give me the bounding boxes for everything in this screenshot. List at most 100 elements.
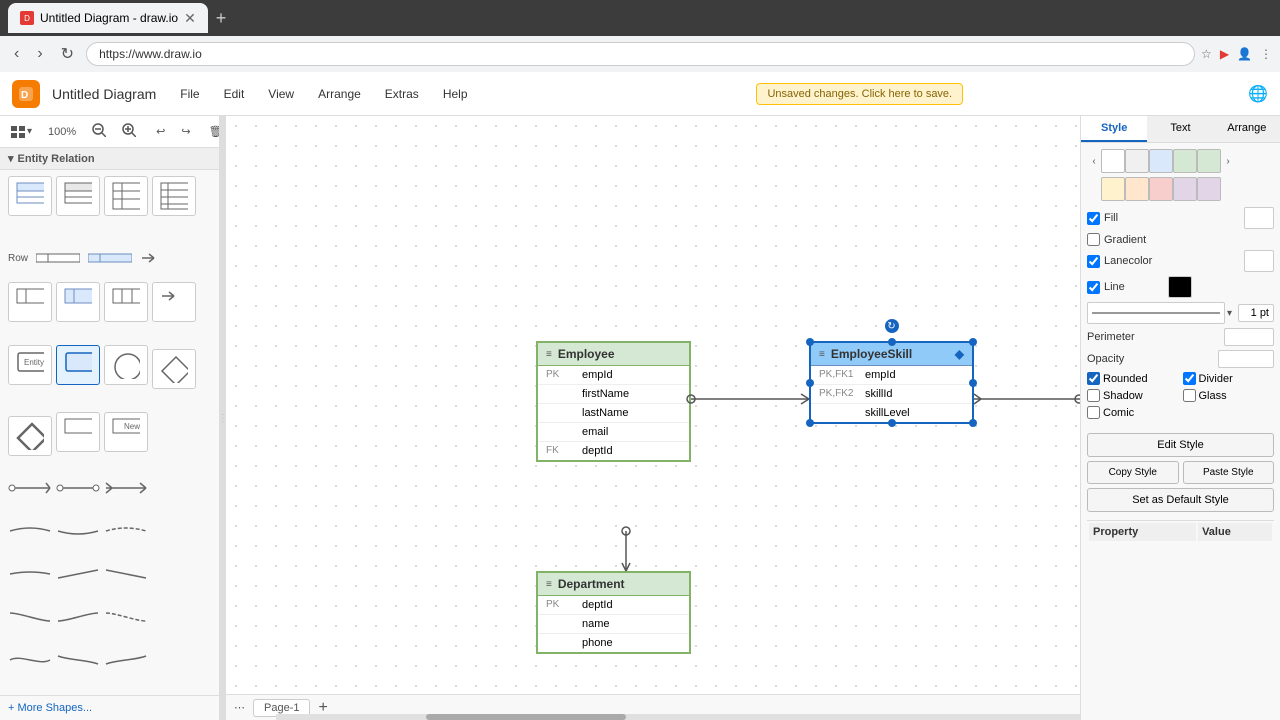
- options-icon[interactable]: ⋯: [234, 701, 245, 714]
- edit-buttons: 🗑 ⧉ 📋: [202, 121, 220, 142]
- handle-tl[interactable]: [806, 338, 814, 346]
- paste-style-button[interactable]: Paste Style: [1183, 461, 1275, 484]
- menu-icon[interactable]: ⋮: [1260, 47, 1272, 61]
- add-shapes-button[interactable]: + More Shapes...: [0, 695, 219, 720]
- shape-row3[interactable]: [104, 282, 148, 322]
- menu-view[interactable]: View: [264, 85, 298, 103]
- table-employee[interactable]: ≡ Employee PK empId firstName: [536, 341, 691, 462]
- shadow-checkbox[interactable]: [1087, 389, 1100, 402]
- refresh-button[interactable]: ↻: [55, 42, 80, 66]
- redo-button[interactable]: ↪: [174, 121, 197, 142]
- color-next[interactable]: ›: [1221, 149, 1235, 173]
- unsaved-notice[interactable]: Unsaved changes. Click here to save.: [756, 83, 963, 105]
- swatch-orange[interactable]: [1125, 177, 1149, 201]
- perimeter-input[interactable]: 0 pt: [1224, 328, 1274, 346]
- opacity-input[interactable]: 100 %: [1218, 350, 1274, 368]
- handle-bm[interactable]: [888, 419, 896, 427]
- set-default-style-button[interactable]: Set as Default Style: [1087, 488, 1274, 512]
- zoom-display[interactable]: 100%: [41, 122, 83, 142]
- handle-tr[interactable]: [969, 338, 977, 346]
- handle-bl[interactable]: [806, 419, 814, 427]
- shape-row1[interactable]: [8, 282, 52, 322]
- back-button[interactable]: ‹: [8, 43, 25, 65]
- copy-style-button[interactable]: Copy Style: [1087, 461, 1179, 484]
- zoom-in-button[interactable]: [115, 119, 143, 144]
- undo-button[interactable]: ↩: [149, 121, 172, 142]
- h-scrollbar-thumb[interactable]: [426, 714, 626, 720]
- gradient-checkbox[interactable]: [1087, 233, 1100, 246]
- line-style-dropdown[interactable]: ▾: [1227, 308, 1232, 319]
- h-scrollbar[interactable]: [276, 714, 1080, 720]
- shape-selected-style[interactable]: [56, 345, 100, 385]
- zoom-out-button[interactable]: [85, 119, 113, 144]
- globe-icon[interactable]: 🌐: [1248, 86, 1268, 103]
- employee-rows: PK empId firstName lastName: [538, 366, 689, 460]
- swatch-purple2[interactable]: [1197, 177, 1221, 201]
- address-bar[interactable]: [86, 42, 1195, 66]
- table-department[interactable]: ≡ Department PK deptId name: [536, 571, 691, 654]
- menu-edit[interactable]: Edit: [220, 85, 249, 103]
- shape-row2[interactable]: [56, 282, 100, 322]
- fill-checkbox[interactable]: [1087, 212, 1100, 225]
- line-color-picker[interactable]: [1168, 276, 1192, 298]
- swatch-lightgray[interactable]: [1125, 149, 1149, 173]
- bookmark-icon[interactable]: ☆: [1201, 47, 1212, 61]
- divider-checkbox[interactable]: [1183, 372, 1196, 385]
- browser-tab[interactable]: D Untitled Diagram - draw.io ✕: [8, 3, 208, 33]
- swatch-lightgreen[interactable]: [1173, 149, 1197, 173]
- shape-diamond[interactable]: [152, 349, 196, 389]
- handle-br[interactable]: [969, 419, 977, 427]
- forward-button[interactable]: ›: [31, 43, 48, 65]
- menu-bar: File Edit View Arrange Extras Help: [176, 85, 471, 103]
- swatch-lightblue[interactable]: [1149, 149, 1173, 173]
- comic-checkbox[interactable]: [1087, 406, 1100, 419]
- lanecolor-checkbox[interactable]: [1087, 255, 1100, 268]
- account-icon[interactable]: 👤: [1237, 47, 1252, 61]
- menu-file[interactable]: File: [176, 85, 203, 103]
- color-prev[interactable]: ‹: [1087, 149, 1101, 173]
- line-weight-input[interactable]: 1 pt: [1238, 304, 1274, 322]
- swatch-purple[interactable]: [1173, 177, 1197, 201]
- delete-button[interactable]: 🗑: [202, 121, 220, 142]
- shape-arrow1[interactable]: [152, 282, 196, 322]
- title-bar: D Untitled Diagram File Edit View Arrang…: [0, 72, 1280, 116]
- tab-style[interactable]: Style: [1081, 116, 1147, 142]
- swatch-white[interactable]: [1101, 149, 1125, 173]
- rotate-handle[interactable]: ↻: [885, 319, 899, 333]
- edit-style-button[interactable]: Edit Style: [1087, 433, 1274, 457]
- opacity-label: Opacity: [1087, 353, 1147, 365]
- swatch-green2[interactable]: [1197, 149, 1221, 173]
- table-employeeskill[interactable]: ↻ ≡ EmployeeSkill ◆ PK,FK1 empId PK,FK: [809, 341, 974, 424]
- canvas[interactable]: ≡ Employee PK empId firstName: [226, 116, 1080, 720]
- line-checkbox[interactable]: [1087, 281, 1100, 294]
- shape-table1[interactable]: [8, 176, 52, 216]
- line-label: Line: [1104, 281, 1164, 293]
- rounded-checkbox[interactable]: [1087, 372, 1100, 385]
- view-toggle-button[interactable]: ▾: [4, 122, 39, 142]
- rounded-label: Rounded: [1103, 373, 1148, 385]
- shape-diamond-filled[interactable]: [8, 416, 52, 456]
- line-style-preview[interactable]: [1087, 302, 1225, 324]
- new-tab-button[interactable]: +: [216, 8, 227, 29]
- shape-table4[interactable]: [152, 176, 196, 216]
- shape-table3[interactable]: [104, 176, 148, 216]
- lanecolor-picker[interactable]: [1244, 250, 1274, 272]
- glass-checkbox[interactable]: [1183, 389, 1196, 402]
- shape-relation-type[interactable]: [56, 412, 100, 452]
- tab-close-button[interactable]: ✕: [184, 10, 196, 27]
- tab-arrange[interactable]: Arrange: [1214, 116, 1280, 142]
- shape-circle[interactable]: [104, 345, 148, 385]
- handle-mr[interactable]: [969, 379, 977, 387]
- swatch-yellow[interactable]: [1101, 177, 1125, 201]
- shape-rect[interactable]: Entity: [8, 345, 52, 385]
- shape-table2[interactable]: [56, 176, 100, 216]
- handle-tm[interactable]: [888, 338, 896, 346]
- menu-extras[interactable]: Extras: [381, 85, 423, 103]
- menu-arrange[interactable]: Arrange: [314, 85, 365, 103]
- fill-color-picker[interactable]: [1244, 207, 1274, 229]
- menu-help[interactable]: Help: [439, 85, 472, 103]
- shape-entity-rect[interactable]: New: [104, 412, 148, 452]
- handle-ml[interactable]: [806, 379, 814, 387]
- tab-text[interactable]: Text: [1147, 116, 1213, 142]
- swatch-pink[interactable]: [1149, 177, 1173, 201]
